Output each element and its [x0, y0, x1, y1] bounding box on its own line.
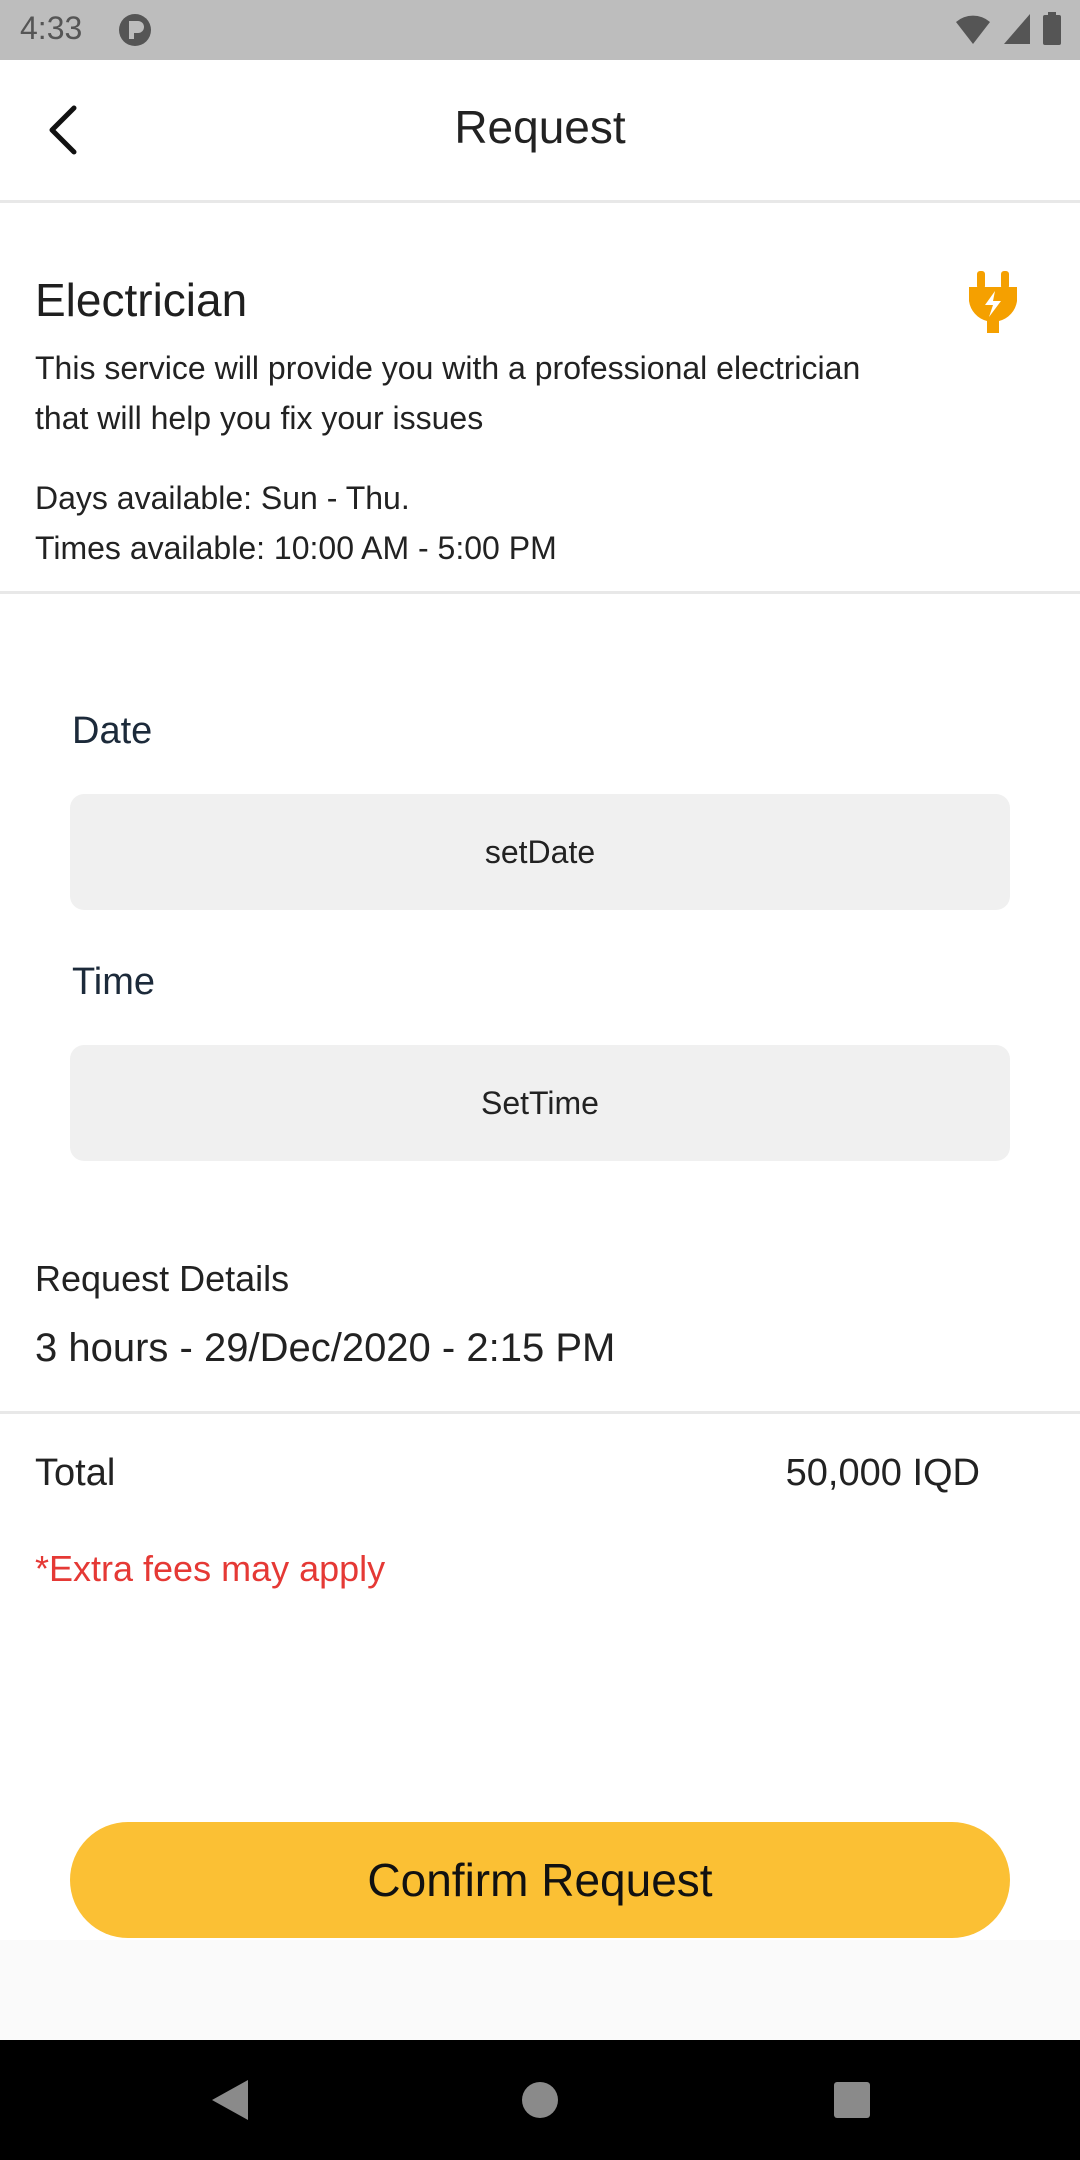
plug-icon: [969, 271, 1017, 333]
system-nav-bar: [0, 2040, 1080, 2160]
total-value: 50,000 IQD: [785, 1452, 980, 1494]
confirm-request-label: Confirm Request: [367, 1854, 713, 1906]
time-value: SetTime: [481, 1084, 599, 1121]
battery-icon: [1043, 12, 1061, 45]
back-triangle-icon: [212, 2080, 248, 2120]
app-notification-icon: [119, 14, 151, 46]
status-time: 4:33: [20, 10, 83, 46]
recents-square-icon: [834, 2082, 870, 2118]
nav-home-button[interactable]: [500, 2040, 580, 2160]
app-bar: Request: [0, 60, 1080, 203]
divider: [0, 1411, 1080, 1414]
date-label: Date: [72, 710, 153, 752]
signal-icon: [1003, 14, 1030, 44]
request-details-value: 3 hours - 29/Dec/2020 - 2:15 PM: [35, 1326, 616, 1370]
service-description: This service will provide you with a pro…: [35, 350, 861, 436]
request-details-title: Request Details: [35, 1258, 290, 1299]
date-field[interactable]: setDate: [70, 794, 1010, 910]
availability: Days available: Sun - Thu. Times availab…: [35, 473, 557, 573]
confirm-request-button[interactable]: Confirm Request: [70, 1822, 1010, 1938]
service-info: Electrician This service will provide yo…: [0, 203, 1080, 594]
bottom-area: [0, 1940, 1080, 2040]
extra-fees-note: *Extra fees may apply: [35, 1548, 386, 1589]
page-title: Request: [454, 101, 626, 153]
date-value: setDate: [484, 833, 596, 870]
status-bar: 4:33: [0, 0, 1080, 60]
days-available: Days available: Sun - Thu.: [35, 480, 410, 516]
service-name: Electrician: [35, 274, 248, 326]
total-label: Total: [35, 1452, 116, 1494]
home-circle-icon: [522, 2082, 558, 2118]
wifi-icon: [956, 15, 991, 44]
nav-recents-button[interactable]: [812, 2040, 892, 2160]
time-label: Time: [72, 961, 156, 1003]
times-available: Times available: 10:00 AM - 5:00 PM: [35, 530, 557, 566]
time-field[interactable]: SetTime: [70, 1045, 1010, 1161]
nav-back-button[interactable]: [190, 2040, 270, 2160]
